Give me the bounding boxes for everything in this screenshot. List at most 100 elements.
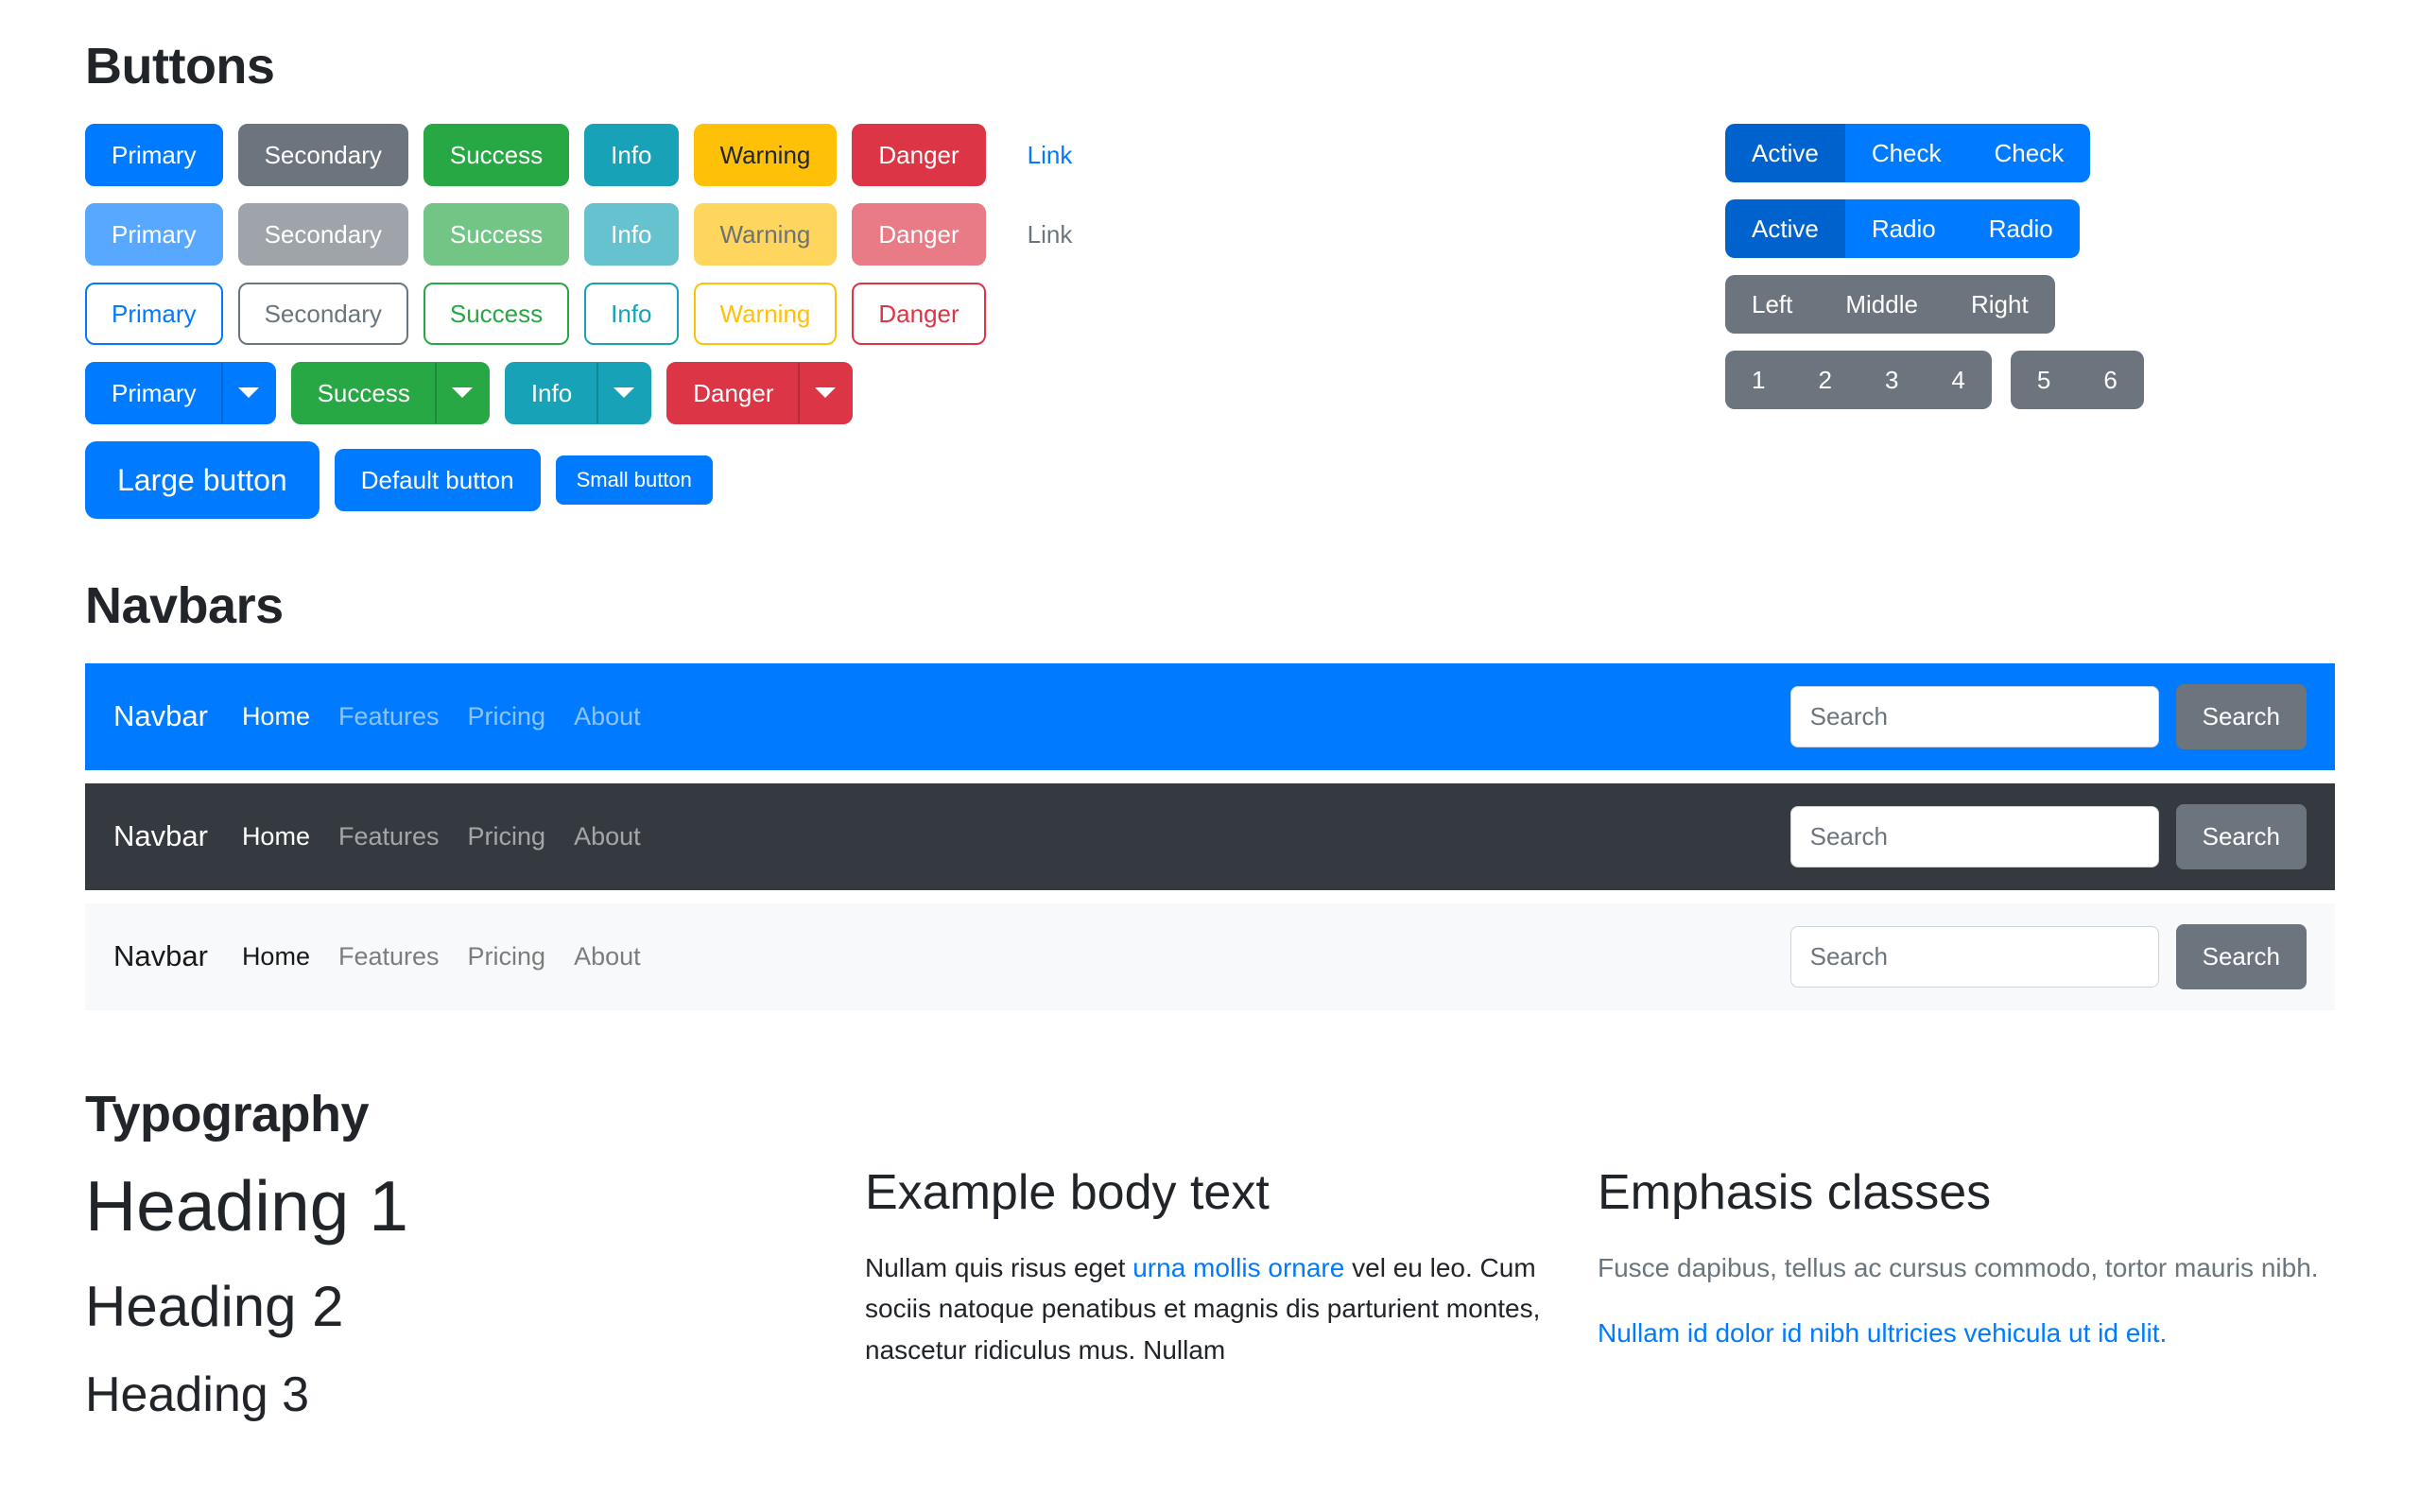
navbar-light: Navbar Home Features Pricing About Searc… (85, 902, 2335, 1010)
number-group-item-3[interactable]: 3 (1858, 350, 1926, 409)
navbar-search-form: Search (1789, 803, 2307, 869)
button-outline-warning[interactable]: Warning (693, 282, 838, 345)
nav-link-features[interactable]: Features (338, 822, 440, 851)
navbar-dark: Navbar Home Features Pricing About Searc… (85, 782, 2335, 890)
button-primary[interactable]: Primary (85, 123, 223, 186)
dropdown-info[interactable]: Info (504, 361, 652, 424)
nav-link-pricing[interactable]: Pricing (468, 702, 546, 731)
dropdown-success[interactable]: Success (290, 361, 490, 424)
button-warning[interactable]: Warning (693, 123, 838, 186)
typography-section: Heading 1 Heading 2 Heading 3 Example bo… (85, 1163, 2335, 1424)
button-success[interactable]: Success (423, 123, 570, 186)
number-group-item-5[interactable]: 5 (2010, 350, 2078, 409)
position-group-item-middle[interactable]: Middle (1819, 274, 1945, 334)
button-info[interactable]: Info (584, 123, 679, 186)
number-group-item-2[interactable]: 2 (1791, 350, 1858, 409)
button-groups-column: Active Check Check Active Radio Radio Le… (1725, 123, 2144, 426)
number-group-item-4[interactable]: 4 (1925, 350, 1992, 409)
radio-group-item-radio-1[interactable]: Radio (1844, 198, 1962, 258)
dropdown-danger[interactable]: Danger (666, 361, 854, 424)
nav-link-home[interactable]: Home (242, 702, 310, 731)
typography-section-title: Typography (85, 1085, 370, 1143)
radio-group-item-radio-2[interactable]: Radio (1962, 198, 2080, 258)
navbar-brand[interactable]: Navbar (113, 939, 208, 973)
checkbox-group-item-check-2[interactable]: Check (1967, 123, 2091, 182)
navbar-primary: Navbar Home Features Pricing About Searc… (85, 662, 2335, 770)
button-outline-secondary[interactable]: Secondary (237, 282, 408, 345)
button-danger-disabled: Danger (852, 202, 986, 266)
radio-group-item-active[interactable]: Active (1725, 198, 1845, 258)
button-secondary-disabled: Secondary (237, 202, 408, 266)
caret-down-icon (614, 387, 635, 399)
search-input[interactable] (1789, 805, 2159, 868)
number-group-item-6[interactable]: 6 (2077, 350, 2144, 409)
button-link[interactable]: Link (1001, 124, 1099, 186)
nav-link-about[interactable]: About (574, 702, 641, 731)
checkbox-group-item-check-1[interactable]: Check (1844, 123, 1968, 182)
search-button[interactable]: Search (2175, 923, 2307, 989)
navbar-links: Home Features Pricing About (242, 822, 641, 851)
dropdown-danger-label[interactable]: Danger (666, 361, 799, 424)
button-default[interactable]: Default button (334, 448, 541, 511)
number-button-group-b: 5 6 (2010, 350, 2144, 409)
search-input[interactable] (1789, 685, 2159, 747)
button-danger[interactable]: Danger (852, 123, 986, 186)
dropdown-primary-label[interactable]: Primary (85, 361, 221, 424)
navbar-brand[interactable]: Navbar (113, 819, 208, 853)
nav-link-pricing[interactable]: Pricing (468, 942, 546, 971)
heading-3: Heading 3 (85, 1367, 310, 1423)
dropdown-primary[interactable]: Primary (85, 361, 276, 424)
caret-down-icon (815, 387, 837, 399)
button-small[interactable]: Small button (555, 455, 713, 505)
nav-link-features[interactable]: Features (338, 942, 440, 971)
button-outline-danger[interactable]: Danger (852, 282, 986, 345)
dropdown-primary-toggle[interactable] (220, 361, 276, 424)
position-button-group-row: Left Middle Right (1725, 274, 2144, 334)
button-outline-primary[interactable]: Primary (85, 282, 223, 345)
dropdown-danger-toggle[interactable] (798, 361, 854, 424)
body-text-before: Nullam quis risus eget (865, 1252, 1133, 1282)
navbar-links: Home Features Pricing About (242, 942, 641, 971)
button-outline-info[interactable]: Info (584, 282, 679, 345)
dropdown-success-toggle[interactable] (434, 361, 490, 424)
emphasis-muted-text: Fusce dapibus, tellus ac cursus commodo,… (1598, 1252, 2319, 1282)
navbars-section: Navbar Home Features Pricing About Searc… (85, 662, 2335, 1010)
search-button[interactable]: Search (2175, 683, 2307, 749)
position-button-group: Left Middle Right (1725, 274, 2055, 334)
nav-link-home[interactable]: Home (242, 942, 310, 971)
caret-down-icon (451, 387, 473, 399)
nav-link-about[interactable]: About (574, 942, 641, 971)
body-text-paragraph: Nullam quis risus eget urna mollis ornar… (865, 1247, 1541, 1370)
page-root: Buttons Primary Secondary Success Info W… (0, 0, 2420, 1425)
navbar-brand[interactable]: Navbar (113, 699, 208, 733)
dropdown-info-label[interactable]: Info (504, 361, 597, 424)
body-text-link[interactable]: urna mollis ornare (1132, 1253, 1344, 1282)
number-group-item-1[interactable]: 1 (1725, 350, 1792, 409)
navbar-search-form: Search (1789, 923, 2307, 989)
checkbox-button-group-row: Active Check Check (1725, 123, 2144, 182)
button-secondary[interactable]: Secondary (237, 123, 408, 186)
dropdown-success-label[interactable]: Success (290, 361, 435, 424)
buttons-section: Primary Secondary Success Info Warning D… (85, 123, 2335, 519)
caret-down-icon (237, 387, 259, 399)
search-input[interactable] (1789, 925, 2159, 988)
button-sizes-row: Large button Default button Small button (85, 440, 2335, 519)
button-outline-success[interactable]: Success (423, 282, 570, 345)
nav-link-pricing[interactable]: Pricing (468, 822, 546, 851)
body-text-heading: Example body text (865, 1165, 1270, 1221)
button-success-disabled: Success (423, 202, 570, 266)
button-large[interactable]: Large button (85, 440, 320, 519)
nav-link-features[interactable]: Features (338, 702, 440, 731)
search-button[interactable]: Search (2175, 803, 2307, 869)
dropdown-info-toggle[interactable] (596, 361, 652, 424)
navbar-links: Home Features Pricing About (242, 702, 641, 731)
typography-emphasis-column: Emphasis classes Fusce dapibus, tellus a… (1598, 1163, 2335, 1424)
checkbox-button-group: Active Check Check (1725, 123, 2091, 182)
nav-link-home[interactable]: Home (242, 822, 310, 851)
checkbox-group-item-active[interactable]: Active (1725, 123, 1845, 182)
typography-body-column: Example body text Nullam quis risus eget… (865, 1163, 1598, 1424)
nav-link-about[interactable]: About (574, 822, 641, 851)
radio-button-group-row: Active Radio Radio (1725, 198, 2144, 258)
position-group-item-right[interactable]: Right (1944, 274, 2055, 334)
position-group-item-left[interactable]: Left (1725, 274, 1820, 334)
